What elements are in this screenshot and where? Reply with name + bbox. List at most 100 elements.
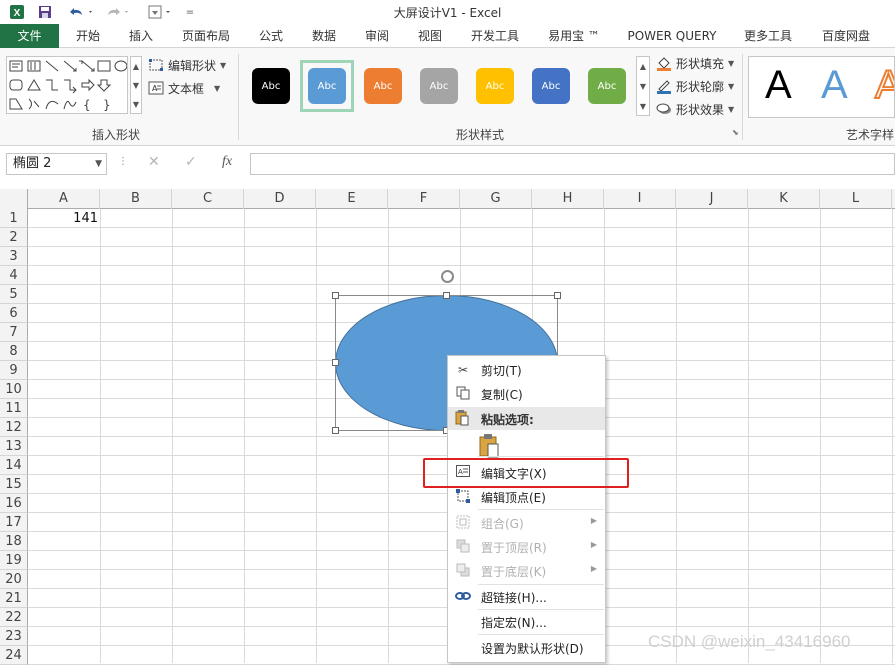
column-header-f[interactable]: F <box>388 189 460 209</box>
row-header-17[interactable]: 17 <box>0 513 28 532</box>
column-header-j[interactable]: J <box>676 189 748 209</box>
menu-item-assign-macro[interactable]: 指定宏(N)... <box>448 610 605 634</box>
column-header-h[interactable]: H <box>532 189 604 209</box>
shape-effects-button[interactable]: 形状效果 ▼ <box>656 99 734 119</box>
tab-home[interactable]: 开始 <box>70 24 106 48</box>
column-header-a[interactable]: A <box>28 189 100 209</box>
tab-insert[interactable]: 插入 <box>123 24 159 48</box>
row-header-3[interactable]: 3 <box>0 247 28 266</box>
row-header-1[interactable]: 1 <box>0 209 28 228</box>
row-header-19[interactable]: 19 <box>0 551 28 570</box>
resize-handle[interactable] <box>443 292 450 299</box>
style-swatch-gold[interactable]: Abc <box>476 68 514 104</box>
style-swatch-gray[interactable]: Abc <box>420 68 458 104</box>
menu-item-copy[interactable]: 复制(C) <box>448 382 605 406</box>
tab-easyuse[interactable]: 易用宝 ™ <box>542 24 606 48</box>
style-swatch-blue[interactable]: Abc <box>308 68 346 104</box>
select-all-corner[interactable] <box>0 189 28 209</box>
tab-power-query[interactable]: POWER QUERY <box>622 24 722 48</box>
row-header-2[interactable]: 2 <box>0 228 28 247</box>
row-header-13[interactable]: 13 <box>0 437 28 456</box>
edit-shape-button[interactable]: 编辑形状 ▼ <box>148 55 226 75</box>
column-header-e[interactable]: E <box>316 189 388 209</box>
paste-keep-source-icon[interactable] <box>478 434 500 458</box>
tab-baidu-netdisk[interactable]: 百度网盘 <box>814 24 878 48</box>
scroll-down-icon[interactable]: ▼ <box>131 76 141 95</box>
row-header-5[interactable]: 5 <box>0 285 28 304</box>
menu-item-send-to-back[interactable]: 置于底层(K) ▶ <box>448 559 605 583</box>
row-header-4[interactable]: 4 <box>0 266 28 285</box>
tab-view[interactable]: 视图 <box>412 24 448 48</box>
tab-review[interactable]: 审阅 <box>359 24 395 48</box>
menu-item-edit-points[interactable]: 编辑顶点(E) <box>448 485 605 509</box>
menu-item-group[interactable]: 组合(G) ▶ <box>448 511 605 535</box>
text-box-button[interactable]: A 文本框 ▼ <box>148 78 220 98</box>
shapes-icon[interactable]: { } <box>7 57 128 113</box>
menu-item-set-default-shape[interactable]: 设置为默认形状(D) <box>448 636 605 660</box>
tab-file[interactable]: 文件 <box>0 24 59 48</box>
style-swatch-dark-blue[interactable]: Abc <box>532 68 570 104</box>
scroll-up-icon[interactable]: ▲ <box>131 57 141 76</box>
tab-data[interactable]: 数据 <box>306 24 342 48</box>
resize-handle[interactable] <box>332 427 339 434</box>
style-swatch-orange[interactable]: Abc <box>364 68 402 104</box>
row-header-20[interactable]: 20 <box>0 570 28 589</box>
row-header-9[interactable]: 9 <box>0 361 28 380</box>
column-header-c[interactable]: C <box>172 189 244 209</box>
column-header-k[interactable]: K <box>748 189 820 209</box>
row-header-14[interactable]: 14 <box>0 456 28 475</box>
row-header-8[interactable]: 8 <box>0 342 28 361</box>
menu-item-cut[interactable]: ✂ 剪切(T) <box>448 358 605 382</box>
tab-page-layout[interactable]: 页面布局 <box>176 24 236 48</box>
shape-gallery-scroll[interactable]: ▲ ▼ ▼ <box>130 56 142 114</box>
shape-outline-button[interactable]: 形状轮廓 ▼ <box>656 76 734 96</box>
row-header-24[interactable]: 24 <box>0 646 28 665</box>
row-header-12[interactable]: 12 <box>0 418 28 437</box>
shape-style-gallery[interactable]: Abc Abc Abc Abc Abc Abc Abc <box>244 58 634 116</box>
resize-handle[interactable] <box>554 292 561 299</box>
scroll-down-icon[interactable]: ▼ <box>637 77 649 97</box>
resize-handle-icon[interactable]: ⋮ <box>118 156 128 167</box>
cancel-icon[interactable]: ✕ <box>148 154 160 170</box>
insert-function-icon[interactable]: fx <box>222 154 232 170</box>
chevron-down-icon[interactable]: ▼ <box>95 154 102 174</box>
resize-handle[interactable] <box>332 292 339 299</box>
tab-formulas[interactable]: 公式 <box>253 24 289 48</box>
row-header-21[interactable]: 21 <box>0 589 28 608</box>
gallery-more-icon[interactable]: ▼ <box>637 97 649 117</box>
row-header-23[interactable]: 23 <box>0 627 28 646</box>
gallery-more-icon[interactable]: ▼ <box>131 95 141 114</box>
row-header-11[interactable]: 11 <box>0 399 28 418</box>
wordart-gallery[interactable]: A A A <box>748 56 895 118</box>
style-swatch-black[interactable]: Abc <box>252 68 290 104</box>
formula-input[interactable] <box>250 153 895 175</box>
shape-fill-button[interactable]: 形状填充 ▼ <box>656 53 734 73</box>
row-header-16[interactable]: 16 <box>0 494 28 513</box>
row-header-7[interactable]: 7 <box>0 323 28 342</box>
column-header-i[interactable]: I <box>604 189 676 209</box>
row-header-10[interactable]: 10 <box>0 380 28 399</box>
menu-item-hyperlink[interactable]: 超链接(H)... <box>448 585 605 609</box>
row-header-22[interactable]: 22 <box>0 608 28 627</box>
column-header-l[interactable]: L <box>820 189 892 209</box>
resize-handle[interactable] <box>332 359 339 366</box>
column-header-d[interactable]: D <box>244 189 316 209</box>
wordart-black[interactable]: A <box>765 63 792 108</box>
wordart-orange[interactable]: A <box>874 62 894 108</box>
column-header-b[interactable]: B <box>100 189 172 209</box>
dialog-launcher-icon[interactable]: ⬊ <box>732 128 739 137</box>
style-gallery-scroll[interactable]: ▲ ▼ ▼ <box>636 56 650 116</box>
row-header-6[interactable]: 6 <box>0 304 28 323</box>
row-header-18[interactable]: 18 <box>0 532 28 551</box>
style-swatch-green[interactable]: Abc <box>588 68 626 104</box>
scroll-up-icon[interactable]: ▲ <box>637 57 649 77</box>
tab-more-tools[interactable]: 更多工具 <box>738 24 798 48</box>
cell-a1[interactable]: 141 <box>29 209 100 228</box>
row-header-15[interactable]: 15 <box>0 475 28 494</box>
name-box[interactable]: 椭圆 2 ▼ <box>6 153 107 175</box>
rotate-handle-icon[interactable] <box>441 270 454 283</box>
menu-item-bring-to-front[interactable]: 置于顶层(R) ▶ <box>448 535 605 559</box>
wordart-blue[interactable]: A <box>821 63 848 108</box>
shape-gallery[interactable]: { } <box>6 56 128 114</box>
tab-developer[interactable]: 开发工具 <box>465 24 525 48</box>
